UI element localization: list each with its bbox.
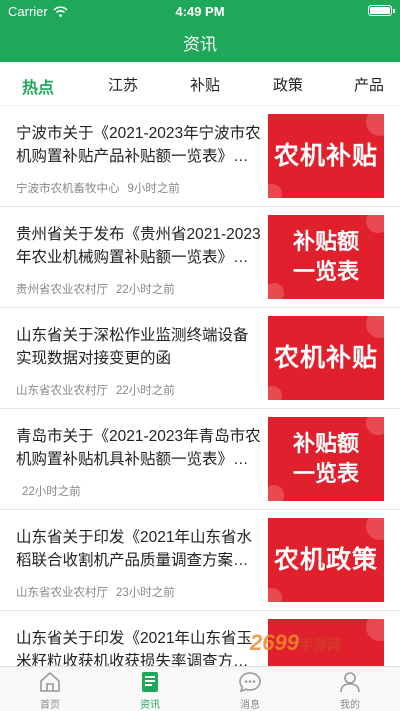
- article-thumbnail: 补贴额 一览表: [268, 215, 384, 299]
- thumbnail-text: 农机政策: [273, 546, 378, 574]
- message-icon: [239, 672, 261, 693]
- article-time: 9小时之前: [127, 183, 180, 195]
- article-meta: 山东省农业农村厅 22小时之前: [16, 382, 175, 398]
- watermark-text: 2699: [250, 630, 299, 655]
- profile-icon: [340, 672, 360, 693]
- tabbar-home-label: 首页: [40, 700, 60, 711]
- tabbar-messages[interactable]: 消息: [210, 670, 290, 711]
- tabbar-news-label: 资讯: [140, 700, 160, 711]
- article-time: 22小时之前: [116, 385, 175, 397]
- tabbar-home[interactable]: 首页: [10, 670, 90, 711]
- bottom-tab-bar: 首页 资讯 消息 我的: [0, 666, 400, 711]
- category-tabs: 热点 江苏 补贴 政策 产品: [0, 62, 400, 106]
- app-header: Carrier 4:49 PM 资讯: [0, 0, 400, 62]
- tabbar-profile-label: 我的: [340, 700, 360, 711]
- tab-products[interactable]: 产品: [354, 74, 384, 95]
- list-item[interactable]: 贵州省关于发布《贵州省2021-2023年农业机械购置补贴额一览表》的通知 贵州…: [0, 207, 400, 308]
- list-item[interactable]: 宁波市关于《2021-2023年宁波市农机购置补贴产品补贴额一览表》的公示 宁波…: [0, 106, 400, 207]
- tabbar-profile[interactable]: 我的: [310, 670, 390, 711]
- article-title: 青岛市关于《2021-2023年青岛市农机购置补贴机具补贴额一览表》的公示: [16, 428, 261, 468]
- tab-policy[interactable]: 政策: [273, 74, 303, 95]
- article-source: 山东省农业农村厅: [16, 587, 108, 599]
- list-item[interactable]: 青岛市关于《2021-2023年青岛市农机购置补贴机具补贴额一览表》的公示 22…: [0, 409, 400, 510]
- article-meta: 贵州省农业农村厅 22小时之前: [16, 281, 175, 297]
- status-bar: Carrier 4:49 PM: [0, 0, 400, 22]
- article-title: 贵州省关于发布《贵州省2021-2023年农业机械购置补贴额一览表》的通知: [16, 226, 261, 266]
- article-meta: 山东省农业农村厅 23小时之前: [16, 584, 175, 600]
- article-time: 22小时之前: [22, 486, 81, 498]
- thumbnail-text: 补贴额 一览表: [292, 431, 359, 486]
- article-thumbnail: 补贴额 一览表: [268, 417, 384, 501]
- tabbar-news[interactable]: 资讯: [110, 670, 190, 711]
- article-title: 山东省关于深松作业监测终端设备实现数据对接变更的函: [16, 327, 249, 367]
- watermark-suffix: 手游网: [298, 637, 341, 653]
- status-time: 4:49 PM: [175, 4, 225, 19]
- tab-subsidy[interactable]: 补贴: [190, 74, 220, 95]
- article-meta: 宁波市农机畜牧中心 9小时之前: [16, 180, 180, 196]
- article-thumbnail: 农机补贴: [268, 316, 384, 400]
- page-title: 资讯: [183, 35, 217, 54]
- list-item[interactable]: 山东省关于印发《2021年山东省水稻联合收割机产品质量调查方案》的通知 山东省农…: [0, 510, 400, 611]
- article-thumbnail: 农机政策: [268, 518, 384, 602]
- article-source: 山东省农业农村厅: [16, 385, 108, 397]
- battery-icon: [368, 5, 395, 16]
- article-time: 23小时之前: [116, 587, 175, 599]
- article-title: 山东省关于印发《2021年山东省水稻联合收割机产品质量调查方案》的通知: [16, 529, 252, 569]
- tab-hot[interactable]: 热点: [22, 74, 54, 98]
- list-item[interactable]: 山东省关于深松作业监测终端设备实现数据对接变更的函 山东省农业农村厅 22小时之前…: [0, 308, 400, 409]
- tab-jiangsu[interactable]: 江苏: [108, 74, 138, 95]
- article-title: 山东省关于印发《2021年山东省玉米籽粒收获机收获损失率调查方案》的通知: [16, 630, 257, 666]
- article-time: 22小时之前: [116, 284, 175, 296]
- watermark-logo: 2699手游网: [250, 630, 390, 660]
- article-meta: 22小时之前: [22, 483, 81, 499]
- home-icon: [40, 672, 60, 692]
- article-title: 宁波市关于《2021-2023年宁波市农机购置补贴产品补贴额一览表》的公示: [16, 125, 261, 165]
- thumbnail-text: 补贴额 一览表: [292, 229, 359, 284]
- article-source: 贵州省农业农村厅: [16, 284, 108, 296]
- thumbnail-text: 农机补贴: [273, 344, 378, 372]
- tabbar-messages-label: 消息: [240, 700, 260, 711]
- news-icon: [142, 672, 158, 692]
- article-thumbnail: 农机补贴: [268, 114, 384, 198]
- article-source: 宁波市农机畜牧中心: [16, 183, 120, 195]
- thumbnail-text: 农机补贴: [273, 142, 378, 170]
- article-list: 宁波市关于《2021-2023年宁波市农机购置补贴产品补贴额一览表》的公示 宁波…: [0, 106, 400, 666]
